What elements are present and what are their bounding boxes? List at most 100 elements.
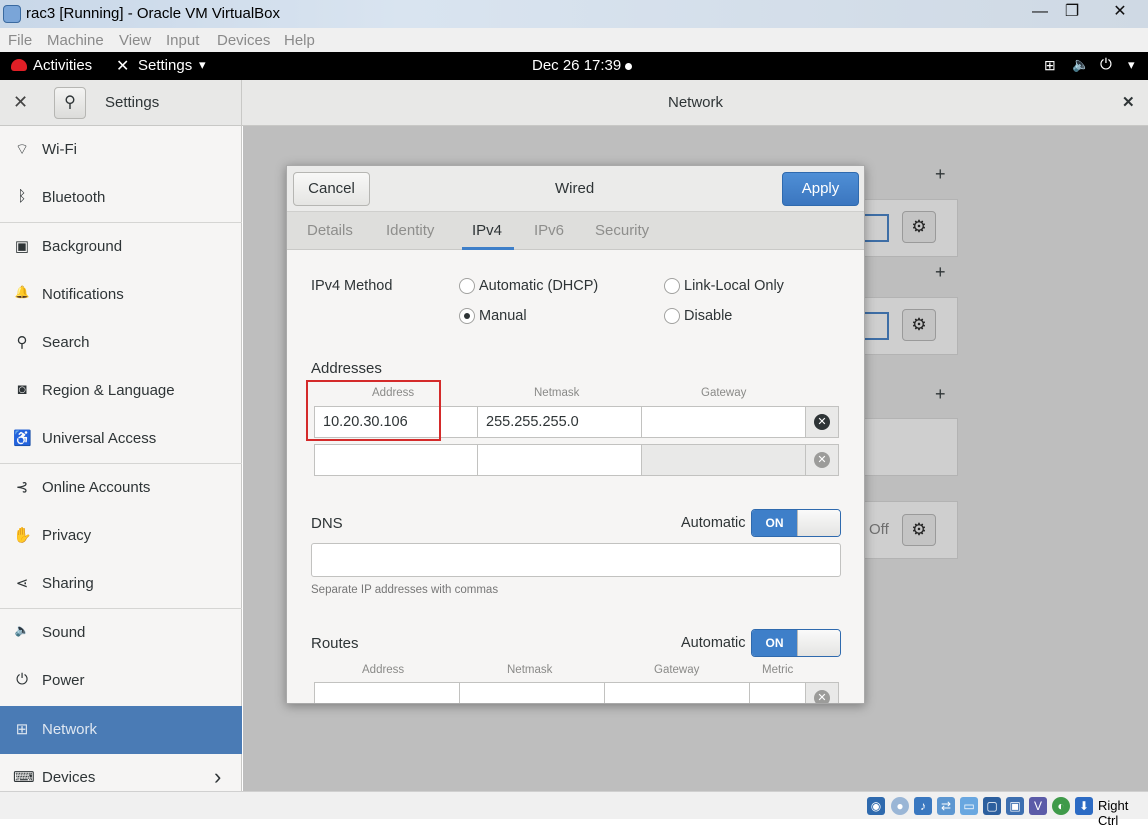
share-icon: ⋖: [15, 575, 29, 592]
add-connection-icon: +: [935, 262, 946, 282]
mouse-integration-icon[interactable]: ⬇: [1075, 797, 1093, 815]
dialog-tabs: Details Identity IPv4 IPv6 Security: [287, 212, 864, 250]
dns-input[interactable]: [311, 543, 841, 577]
display-icon[interactable]: ▣: [1006, 797, 1024, 815]
sidebar-item-background[interactable]: ▣ Background: [0, 223, 242, 271]
network-status-icon[interactable]: ⊞: [1044, 57, 1056, 74]
apply-button[interactable]: Apply: [782, 172, 859, 206]
sidebar-item-power[interactable]: ⏻ Power: [0, 657, 242, 705]
route-gateway-input[interactable]: [604, 682, 750, 703]
volume-icon[interactable]: 🔈: [1072, 56, 1089, 73]
sidebar-item-privacy[interactable]: ✋ Privacy: [0, 512, 242, 560]
video-capture-icon[interactable]: V: [1029, 797, 1047, 815]
tab-ipv4[interactable]: IPv4: [472, 222, 502, 239]
bell-icon: 🔔: [14, 285, 30, 299]
dns-hint: Separate IP addresses with commas: [311, 584, 499, 596]
menu-input[interactable]: Input: [166, 32, 199, 49]
sidebar-item-sharing[interactable]: ⋖ Sharing: [0, 560, 242, 608]
sidebar-item-label: Privacy: [42, 527, 92, 544]
radio-manual[interactable]: [459, 308, 475, 324]
remove-route-button[interactable]: ✕: [805, 682, 839, 703]
clock[interactable]: Dec 26 17:39: [532, 57, 621, 74]
gateway-input[interactable]: [641, 444, 806, 476]
radio-disable[interactable]: [664, 308, 680, 324]
routes-automatic-label: Automatic: [681, 635, 746, 651]
tab-details[interactable]: Details: [307, 222, 353, 239]
highlight-box: [306, 380, 441, 441]
remove-address-button[interactable]: ✕: [805, 406, 839, 438]
sidebar-item-search[interactable]: ⚲ Search: [0, 319, 242, 367]
usb-icon[interactable]: ▭: [960, 797, 978, 815]
virtualization-icon[interactable]: ◐: [1052, 797, 1070, 815]
devices-icon: ⌨: [13, 769, 35, 786]
chevron-right-icon: ›: [214, 764, 222, 789]
sidebar-item-label: Sound: [42, 624, 86, 641]
address-input[interactable]: [314, 444, 478, 476]
connection-toggle: [864, 312, 889, 340]
route-gateway-column-header: Gateway: [654, 664, 700, 676]
radio-label-disable: Disable: [684, 308, 733, 324]
app-menu-button[interactable]: Settings: [138, 57, 192, 74]
sidebar-item-wifi[interactable]: ⌔ Wi-Fi: [0, 126, 242, 174]
menu-devices[interactable]: Devices: [217, 32, 270, 49]
sidebar-item-notifications[interactable]: 🔔 Notifications: [0, 271, 242, 319]
sidebar-item-universal-access[interactable]: ♿ Universal Access: [0, 415, 242, 463]
search-toggle-button[interactable]: ⚲: [54, 87, 86, 119]
vbox-status-bar: ◉ ● ♪ ⇄ ▭ ▢ ▣ V ◐ ⬇ Right Ctrl: [0, 791, 1148, 828]
tab-security[interactable]: Security: [595, 222, 649, 239]
tab-ipv6[interactable]: IPv6: [534, 222, 564, 239]
gateway-input[interactable]: [641, 406, 806, 438]
tab-identity[interactable]: Identity: [386, 222, 434, 239]
menu-view[interactable]: View: [119, 32, 151, 49]
activities-button[interactable]: Activities: [33, 57, 92, 74]
menu-help[interactable]: Help: [284, 32, 315, 49]
sidebar-item-label: Network: [42, 721, 98, 738]
cancel-button[interactable]: Cancel: [293, 172, 370, 206]
sidebar-item-label: Bluetooth: [42, 189, 106, 206]
minimize-button[interactable]: —: [1023, 0, 1057, 24]
route-metric-input[interactable]: [749, 682, 806, 703]
system-menu-arrow-icon[interactable]: ▾: [1128, 57, 1135, 73]
dns-section-label: DNS: [311, 515, 343, 532]
sidebar-item-label: Devices: [42, 769, 96, 786]
dns-automatic-switch[interactable]: ON: [751, 509, 841, 537]
network-adapter-icon[interactable]: ⇄: [937, 797, 955, 815]
redhat-icon: [11, 59, 27, 71]
sidebar-item-label: Background: [42, 238, 123, 255]
notification-dot-icon: [625, 63, 632, 70]
netmask-column-header: Netmask: [534, 387, 580, 399]
netmask-input[interactable]: 255.255.255.0: [477, 406, 642, 438]
power-menu-icon[interactable]: ⏻: [1100, 56, 1112, 73]
connection-card: ⚙: [863, 199, 958, 257]
shared-folders-icon[interactable]: ▢: [983, 797, 1001, 815]
radio-automatic-dhcp[interactable]: [459, 278, 475, 294]
sidebar-item-label: Online Accounts: [42, 479, 151, 496]
routes-automatic-switch[interactable]: ON: [751, 629, 841, 657]
route-address-input[interactable]: [314, 682, 460, 703]
sidebar-item-bluetooth[interactable]: ᛒ Bluetooth: [0, 174, 242, 222]
radio-link-local[interactable]: [664, 278, 680, 294]
sidebar-item-sound[interactable]: 🔈 Sound: [0, 609, 242, 657]
sidebar-item-label: Sharing: [42, 575, 94, 592]
tab-active-indicator: [462, 247, 514, 250]
audio-icon[interactable]: ♪: [914, 797, 932, 815]
settings-sidebar: ⌔ Wi-Fi ᛒ Bluetooth ▣ Background 🔔 Notif…: [0, 126, 242, 791]
restore-button[interactable]: ❐: [1055, 0, 1089, 24]
sidebar-item-label: Wi-Fi: [42, 141, 77, 158]
optical-drive-icon[interactable]: ●: [891, 797, 909, 815]
settings-tools-icon: ✕: [13, 92, 29, 112]
bluetooth-icon: ᛒ: [17, 188, 27, 205]
settings-headerbar: ✕ ⚲ Settings Network ✕: [0, 80, 1148, 126]
sidebar-item-region-language[interactable]: ◙ Region & Language: [0, 367, 242, 415]
hard-disk-icon[interactable]: ◉: [867, 797, 885, 815]
close-window-button[interactable]: ✕: [1103, 0, 1137, 24]
route-netmask-input[interactable]: [459, 682, 605, 703]
netmask-input[interactable]: [477, 444, 642, 476]
sidebar-item-online-accounts[interactable]: ⊰ Online Accounts: [0, 464, 242, 512]
menu-machine[interactable]: Machine: [47, 32, 104, 49]
sidebar-item-network[interactable]: ⊞ Network: [0, 706, 242, 754]
close-settings-button[interactable]: ✕: [1122, 93, 1135, 111]
remove-address-button[interactable]: ✕: [805, 444, 839, 476]
menu-file[interactable]: File: [8, 32, 32, 49]
network-icon: ⊞: [15, 721, 29, 738]
